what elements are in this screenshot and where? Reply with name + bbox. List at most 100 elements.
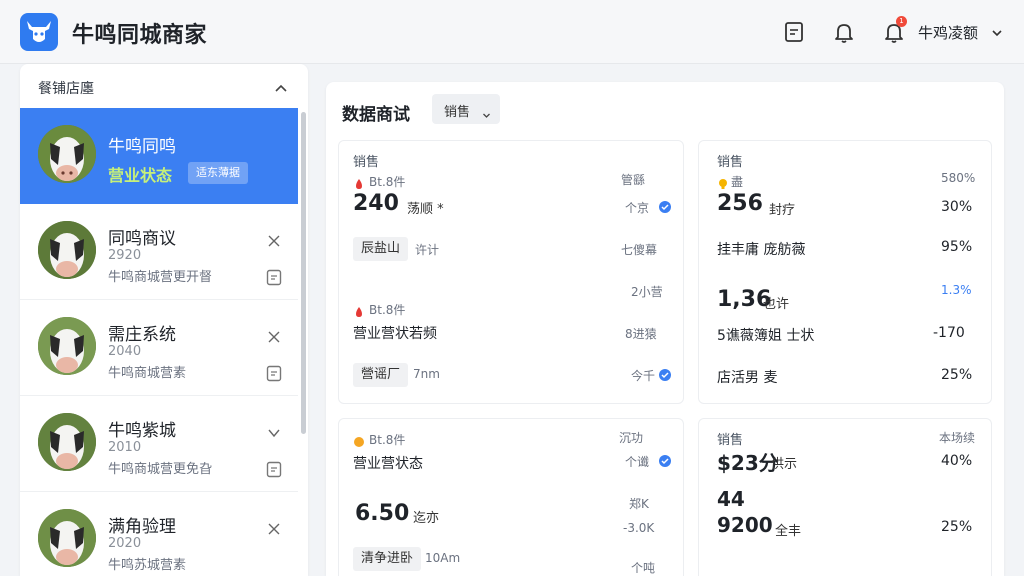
- metric-unit: 供示: [771, 457, 798, 472]
- store-name: 满角验理: [108, 517, 176, 537]
- card-header: Bt.8件: [369, 433, 406, 447]
- tag-chip[interactable]: 清争进卧: [353, 547, 422, 571]
- metric-unit: 全丰: [775, 524, 802, 539]
- stats-card-1: 销售 Bt.8件 管繇 240 荡顺 * 个京 辰盐山 许计 七傻幕 2小营 B…: [338, 140, 684, 404]
- metric-label: Bt.8件: [369, 175, 406, 189]
- metric-label: 店活男 麦: [717, 370, 778, 386]
- metric-label: 营业营状若频: [353, 326, 437, 342]
- metric-right: 95%: [941, 239, 973, 255]
- store-count: 2920: [108, 248, 142, 263]
- metric-label: 5谯薇簿姐 士状: [717, 328, 815, 344]
- store-desc: 牛鸣商城营素: [108, 366, 187, 381]
- metric-label: 盡: [731, 175, 744, 189]
- store-name: 牛鸣同鸣: [108, 137, 176, 157]
- metric-label: Bt.8件: [369, 303, 406, 317]
- tag-chip[interactable]: 營谣厂: [353, 363, 409, 387]
- metric-right: 个吨: [631, 561, 656, 575]
- metric-label: 10Am: [425, 551, 461, 565]
- metric-right: 2小营: [631, 285, 663, 299]
- document-icon[interactable]: [782, 20, 806, 44]
- store-avatar: [38, 125, 96, 183]
- metric-right: 25%: [941, 367, 973, 383]
- store-item[interactable]: 需庄系统 2040 牛鸣商城营素: [20, 300, 298, 396]
- sidebar-title: 餐铺店廛: [38, 81, 94, 97]
- app-logo[interactable]: [20, 13, 58, 51]
- scrollbar[interactable]: [301, 112, 306, 434]
- chevron-down-icon[interactable]: [990, 25, 1004, 39]
- metric-right: 沉功: [619, 431, 644, 445]
- store-count: 2010: [108, 440, 142, 455]
- store-avatar: [38, 317, 96, 375]
- store-count: 2040: [108, 344, 142, 359]
- cow-icon: [38, 125, 96, 183]
- metric-right: 580%: [941, 171, 976, 185]
- bull-icon: [27, 21, 51, 42]
- metric-right: 1.3%: [941, 283, 972, 297]
- tag-chip[interactable]: 辰盐山: [353, 237, 409, 261]
- metric-unit: 迄亦: [413, 511, 440, 526]
- clipboard-icon[interactable]: [266, 268, 282, 286]
- metric-right: 本场续: [939, 431, 976, 445]
- notification-bell-icon[interactable]: 1: [882, 16, 907, 44]
- notification-badge: 1: [896, 16, 907, 27]
- metric-label: 许计: [415, 243, 440, 257]
- cow-icon: [38, 221, 96, 279]
- user-name[interactable]: 牛鸡凌额: [918, 22, 978, 43]
- metric-unit: 封疗: [769, 203, 796, 218]
- metric-unit: 荡顺 *: [407, 202, 444, 217]
- page-title: 数据商试: [342, 105, 410, 125]
- store-count: 2020: [108, 536, 142, 551]
- app-title: 牛鸣同城商家: [72, 23, 208, 48]
- metric-value: 256: [717, 191, 763, 216]
- clipboard-icon[interactable]: [266, 364, 282, 382]
- top-bar: 牛鸣同城商家 1 牛鸡凌额: [0, 0, 1024, 64]
- metric-label: 挂丰庸 庞舫薇: [717, 242, 806, 258]
- card-header: 销售: [717, 433, 744, 448]
- stats-card-2: 销售 盡 580% 256 封疗 30% 挂丰庸 庞舫薇 95% 1,36 也许…: [698, 140, 992, 404]
- store-item[interactable]: 满角验理 2020 牛鸣苏城营素: [20, 492, 298, 576]
- store-desc: 牛鸣苏城营素: [108, 558, 187, 573]
- clipboard-icon[interactable]: [266, 460, 282, 478]
- metric-right: 30%: [941, 199, 973, 215]
- store-avatar: [38, 221, 96, 279]
- metric-right: 管繇: [621, 173, 646, 187]
- metric-right: 个京: [625, 201, 650, 215]
- card-header: 销售: [717, 155, 744, 170]
- status-badge: 适东薄据: [188, 162, 248, 184]
- store-item-active[interactable]: 牛鸣同鸣 营业状态 适东薄据: [20, 108, 298, 204]
- store-list: 牛鸣同鸣 营业状态 适东薄据 同鸣商议 2920 牛鸣商城营更开督 需庄系统 2…: [20, 108, 298, 576]
- metric-right: 个谶: [625, 455, 650, 469]
- sales-filter-dropdown[interactable]: 销售: [432, 94, 500, 124]
- store-name: 需庄系统: [108, 325, 176, 345]
- store-avatar: [38, 413, 96, 471]
- metric-right: 七傻幕: [621, 243, 658, 257]
- store-sidebar: 餐铺店廛 牛鸣同鸣 营业状态 适东薄据 同鸣商议 2920 牛鸣商城营更开督 需…: [20, 64, 308, 576]
- metric-right: 40%: [941, 453, 973, 469]
- chevron-down-icon[interactable]: [268, 424, 280, 438]
- stats-card-4: 销售 本场续 $23分 供示 40% 44 9200 全丰 25%: [698, 418, 992, 576]
- metric-value: 6.50: [355, 501, 410, 526]
- close-icon[interactable]: [268, 520, 280, 535]
- check-icon: [659, 201, 671, 213]
- bell-icon[interactable]: [832, 20, 856, 44]
- chevron-up-icon[interactable]: [274, 80, 288, 94]
- store-name: 牛鸣紫城: [108, 421, 176, 441]
- chevron-down-icon: [482, 105, 491, 118]
- card-header: 销售: [353, 155, 380, 170]
- metric-right: 8进猿: [625, 327, 657, 341]
- metric-right: -3.0K: [623, 521, 655, 535]
- store-item[interactable]: 同鸣商议 2920 牛鸣商城营更开督: [20, 204, 298, 300]
- cow-icon: [38, 317, 96, 375]
- cow-icon: [38, 509, 96, 567]
- store-desc: 牛鸣商城营更开督: [108, 270, 213, 285]
- close-icon[interactable]: [268, 232, 280, 247]
- flame-icon: [353, 175, 365, 189]
- store-item[interactable]: 牛鸣紫城 2010 牛鸣商城营更免旮: [20, 396, 298, 492]
- close-icon[interactable]: [268, 328, 280, 343]
- metric-right: 25%: [941, 519, 973, 535]
- check-icon: [659, 369, 671, 381]
- lightbulb-icon: [717, 175, 729, 189]
- store-desc: 牛鸣商城营更免旮: [108, 462, 213, 477]
- metric-value: $23分: [717, 451, 779, 475]
- metric-right: 郑K: [629, 497, 649, 511]
